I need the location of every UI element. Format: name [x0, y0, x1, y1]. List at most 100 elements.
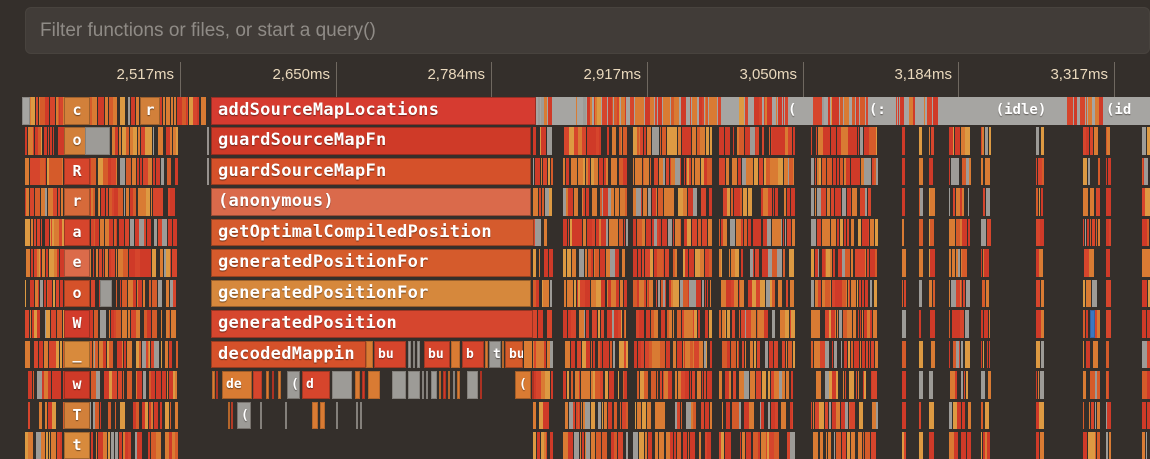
flame-stripe[interactable]: [930, 310, 935, 338]
flame-stripe[interactable]: [949, 280, 950, 308]
flame-stripe[interactable]: [768, 402, 770, 430]
flame-frame-segment[interactable]: [355, 371, 360, 399]
flame-stripe[interactable]: [103, 432, 107, 459]
flame-frame-segment[interactable]: [266, 371, 269, 399]
flame-stripe[interactable]: [533, 310, 537, 338]
flame-stripe[interactable]: [547, 310, 552, 338]
flame-stripe[interactable]: [546, 280, 549, 308]
flame-stripe[interactable]: [732, 310, 735, 338]
flame-stripe[interactable]: [647, 127, 651, 155]
flame-stripe[interactable]: [585, 402, 590, 430]
flame-stripe[interactable]: [919, 341, 923, 369]
flame-frame-segment[interactable]: [426, 371, 428, 399]
flame-stripe[interactable]: [649, 280, 653, 308]
flame-stripe[interactable]: [875, 249, 877, 277]
flame-stripe[interactable]: [1109, 432, 1111, 459]
flame-stripe[interactable]: [641, 341, 644, 369]
flame-stripe[interactable]: [867, 158, 871, 186]
flame-stripe[interactable]: [733, 371, 736, 399]
flame-stripe[interactable]: [740, 188, 742, 216]
flame-stripe[interactable]: [961, 280, 962, 308]
flame-stripe[interactable]: [169, 341, 172, 369]
flame-stripe[interactable]: [1098, 158, 1100, 186]
flame-stripe[interactable]: [919, 371, 923, 399]
flame-stripe[interactable]: [1142, 127, 1146, 155]
flame-stripe[interactable]: [1142, 310, 1146, 338]
flame-frame-segment[interactable]: [207, 158, 209, 186]
flame-stripe[interactable]: [929, 371, 933, 399]
flame-stripe[interactable]: [170, 127, 172, 155]
flame-stripe[interactable]: [949, 402, 952, 430]
flame-stripe[interactable]: [568, 219, 569, 247]
flame-stripe[interactable]: [919, 219, 923, 247]
flame-stripe[interactable]: [618, 371, 619, 399]
flame-stripe[interactable]: [968, 219, 970, 247]
flame-stripe[interactable]: [1036, 158, 1037, 186]
flame-stripe[interactable]: [865, 249, 866, 277]
flame-stripe[interactable]: [544, 341, 546, 369]
flame-stripe[interactable]: [792, 402, 793, 430]
flame-stripe[interactable]: [982, 280, 985, 308]
flame-stripe[interactable]: [656, 280, 657, 308]
flame-stripe[interactable]: [660, 127, 661, 155]
flame-stripe[interactable]: [118, 371, 122, 399]
flame-frame[interactable]: (: [287, 371, 300, 399]
flame-stripe[interactable]: [150, 219, 151, 247]
flame-stripe[interactable]: [837, 219, 839, 247]
flame-frame-segment[interactable]: [253, 371, 262, 399]
flame-stripe[interactable]: [1106, 158, 1107, 186]
flame-stripe[interactable]: [612, 127, 616, 155]
flame-stripe[interactable]: [651, 371, 656, 399]
flame-stripe[interactable]: [34, 219, 36, 247]
flame-stripe[interactable]: [759, 158, 763, 186]
flame-stripe[interactable]: [871, 432, 876, 459]
flame-stripe[interactable]: [174, 97, 176, 125]
flame-stripe[interactable]: [656, 188, 657, 216]
flame-stripe[interactable]: [685, 249, 688, 277]
flame-stripe[interactable]: [875, 219, 878, 247]
flame-stripe[interactable]: [586, 310, 589, 338]
flame-stripe[interactable]: [845, 371, 846, 399]
flame-stripe[interactable]: [60, 280, 63, 308]
flame-stripe[interactable]: [1097, 402, 1100, 430]
flame-stripe[interactable]: [45, 188, 47, 216]
flame-stripe[interactable]: [900, 97, 904, 125]
flame-stripe[interactable]: [831, 127, 836, 155]
flame-stripe[interactable]: [841, 341, 842, 369]
flame-stripe[interactable]: [689, 127, 691, 155]
flame-stripe[interactable]: [709, 310, 712, 338]
flame-frame[interactable]: decodedMappin: [211, 341, 366, 369]
flame-stripe[interactable]: [989, 341, 990, 369]
flame-stripe[interactable]: [820, 432, 823, 459]
flame-stripe[interactable]: [140, 158, 142, 186]
flame-stripe[interactable]: [53, 188, 57, 216]
flame-stripe[interactable]: [828, 97, 830, 125]
flame-stripe[interactable]: [156, 158, 160, 186]
flame-stripe[interactable]: [658, 280, 660, 308]
flame-stripe[interactable]: [782, 371, 785, 399]
flame-stripe[interactable]: [53, 127, 54, 155]
flame-stripe[interactable]: [602, 432, 607, 459]
flame-stripe[interactable]: [778, 158, 783, 186]
flame-stripe[interactable]: [551, 158, 553, 186]
flame-stripe[interactable]: [659, 219, 661, 247]
flame-stripe[interactable]: [920, 188, 923, 216]
flame-stripe[interactable]: [1098, 219, 1100, 247]
flame-stripe[interactable]: [593, 341, 595, 369]
flame-stripe[interactable]: [750, 158, 753, 186]
flame-stripe[interactable]: [153, 127, 154, 155]
flame-stripe[interactable]: [533, 158, 534, 186]
flame-stripe[interactable]: [59, 371, 61, 399]
flame-stripe[interactable]: [776, 97, 777, 125]
flame-stripe[interactable]: [154, 341, 159, 369]
flame-stripe[interactable]: [61, 188, 63, 216]
flame-stripe[interactable]: [572, 249, 576, 277]
flame-stripe[interactable]: [30, 310, 31, 338]
flame-frame[interactable]: guardSourceMapFn: [211, 127, 531, 155]
flame-stripe[interactable]: [1041, 188, 1043, 216]
flame-stripe[interactable]: [165, 341, 168, 369]
flame-stripe[interactable]: [1097, 432, 1100, 459]
flame-stripe[interactable]: [745, 97, 748, 125]
flame-stripe[interactable]: [673, 341, 676, 369]
flame-stripe[interactable]: [25, 127, 27, 155]
